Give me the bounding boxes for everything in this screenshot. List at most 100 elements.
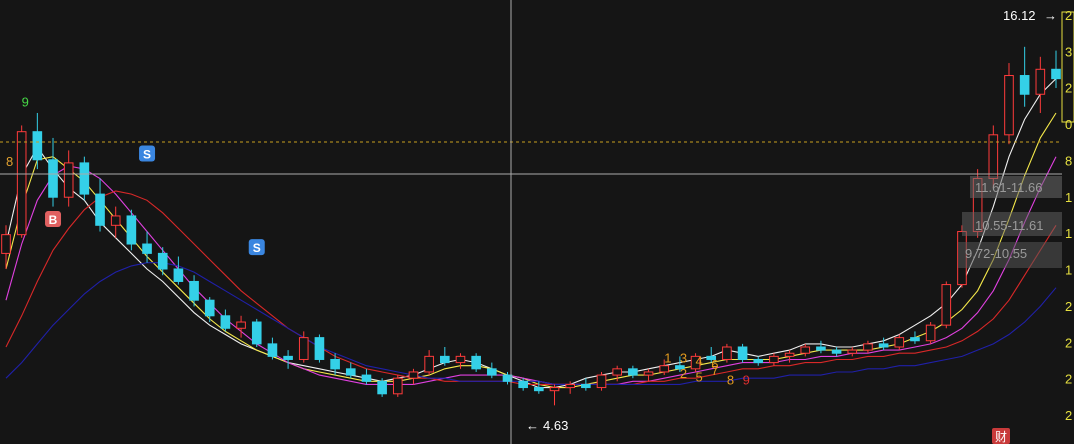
right-axis-tick: 8 <box>1065 153 1072 168</box>
candle-body <box>471 355 481 370</box>
candle-body <box>314 337 325 360</box>
right-price-axis: 2 3 2 0 8 1 1 1 2 2 2 2 <box>1061 0 1074 444</box>
candle-body <box>941 284 952 326</box>
low-price-label: 4.63 <box>543 418 568 433</box>
right-axis-tick: 2 <box>1065 81 1072 96</box>
candle-body <box>1019 75 1030 95</box>
candle <box>737 343 748 363</box>
volume-profile-label-3: 9.72-10.55 <box>965 246 1027 261</box>
candle-body <box>189 280 199 301</box>
volume-profile-boxes: 11.61-11.66 10.55-11.61 9.72-10.55 <box>958 176 1070 268</box>
candle-body <box>267 343 278 357</box>
candle-body <box>173 268 184 282</box>
right-axis-tick: 1 <box>1065 226 1072 241</box>
sequence-label: 9 <box>22 95 29 110</box>
candle-body <box>831 349 842 354</box>
signal-label: S <box>253 241 261 255</box>
right-axis-tick: 2 <box>1065 299 1072 314</box>
sequence-label: 1 <box>664 351 671 366</box>
candle <box>126 209 137 251</box>
right-axis-tick: 2 <box>1065 372 1072 387</box>
candle <box>79 156 90 201</box>
candle-body <box>392 377 403 395</box>
candle-body <box>455 355 466 364</box>
candle-body <box>800 346 811 354</box>
candle-body <box>1035 68 1046 95</box>
candle <box>596 371 607 391</box>
candle-body <box>565 383 575 389</box>
candle <box>925 322 936 344</box>
candle-body <box>581 383 591 389</box>
candle-body <box>48 159 58 198</box>
candle-body <box>769 355 779 364</box>
sequence-label: 2 <box>680 366 687 381</box>
sequence-label: 5 <box>696 369 703 384</box>
candle <box>722 343 732 363</box>
signal-label: B <box>49 213 58 227</box>
sequence-label: 8 <box>727 372 734 387</box>
sell-signal: S <box>248 239 265 256</box>
candle-body <box>32 131 43 161</box>
candle-body <box>534 387 544 392</box>
candle <box>392 375 403 397</box>
candle-body <box>157 252 168 270</box>
candle <box>314 334 325 363</box>
right-axis-tick: 2 <box>1065 335 1072 350</box>
candle-body <box>784 352 795 357</box>
candle-body <box>110 215 121 226</box>
finance-badge[interactable]: 财 <box>992 428 1010 444</box>
signal-label: S <box>143 148 151 162</box>
candle-body <box>910 337 920 342</box>
candle-body <box>1004 75 1014 136</box>
candle-body <box>126 215 137 245</box>
candle-body <box>330 358 340 370</box>
candle-body <box>408 371 419 379</box>
candle-body <box>79 162 90 195</box>
sell-signal: S <box>139 145 156 162</box>
candle <box>251 318 262 347</box>
candle-body <box>251 321 262 345</box>
right-axis-tick: 3 <box>1065 44 1072 59</box>
plot-background <box>0 0 1074 444</box>
candle <box>471 353 481 372</box>
candle-body <box>298 337 309 360</box>
candle <box>1004 63 1014 145</box>
candle-body <box>283 355 293 360</box>
candle-body <box>439 355 450 364</box>
right-axis-tick: 1 <box>1065 190 1072 205</box>
candle-body <box>894 337 905 348</box>
right-axis-tick: 0 <box>1065 117 1072 132</box>
right-arrow-icon: → <box>1044 8 1057 23</box>
sequence-label: 9 <box>743 372 750 387</box>
candle-body <box>518 380 528 389</box>
left-arrow-icon: ← <box>526 418 539 433</box>
candle-body <box>236 321 246 329</box>
low-price-marker: ← 4.63 <box>526 418 568 433</box>
candle-body <box>1 234 11 254</box>
candle <box>941 281 952 329</box>
high-price-label: 16.12 <box>1003 8 1036 23</box>
candle-body <box>377 380 387 395</box>
candle-body <box>659 365 670 373</box>
finance-badge-text: 财 <box>995 430 1007 444</box>
candle-body <box>643 371 654 376</box>
candle-body <box>549 387 560 392</box>
sequence-label: 3 <box>680 351 687 366</box>
right-axis-tick: 1 <box>1065 263 1072 278</box>
candle-body <box>878 343 889 348</box>
right-axis-tick: 2 <box>1065 408 1072 423</box>
right-axis-tick: 2 <box>1065 8 1072 23</box>
candle-body <box>204 299 215 317</box>
candle-body <box>925 324 936 342</box>
candle-body <box>863 343 873 351</box>
candle-body <box>737 346 748 360</box>
sequence-label: 7 <box>711 363 718 378</box>
buy-signal: B <box>45 211 62 228</box>
candle-body <box>816 346 826 351</box>
stock-kline-chart[interactable]: 11.61-11.66 10.55-11.61 9.72-10.55 B S S 9… <box>0 0 1074 444</box>
candle-body <box>424 355 434 373</box>
high-price-marker: 16.12 → <box>1003 8 1057 23</box>
candle-body <box>753 358 764 364</box>
candle-body <box>142 243 152 254</box>
candle-body <box>1051 68 1061 80</box>
